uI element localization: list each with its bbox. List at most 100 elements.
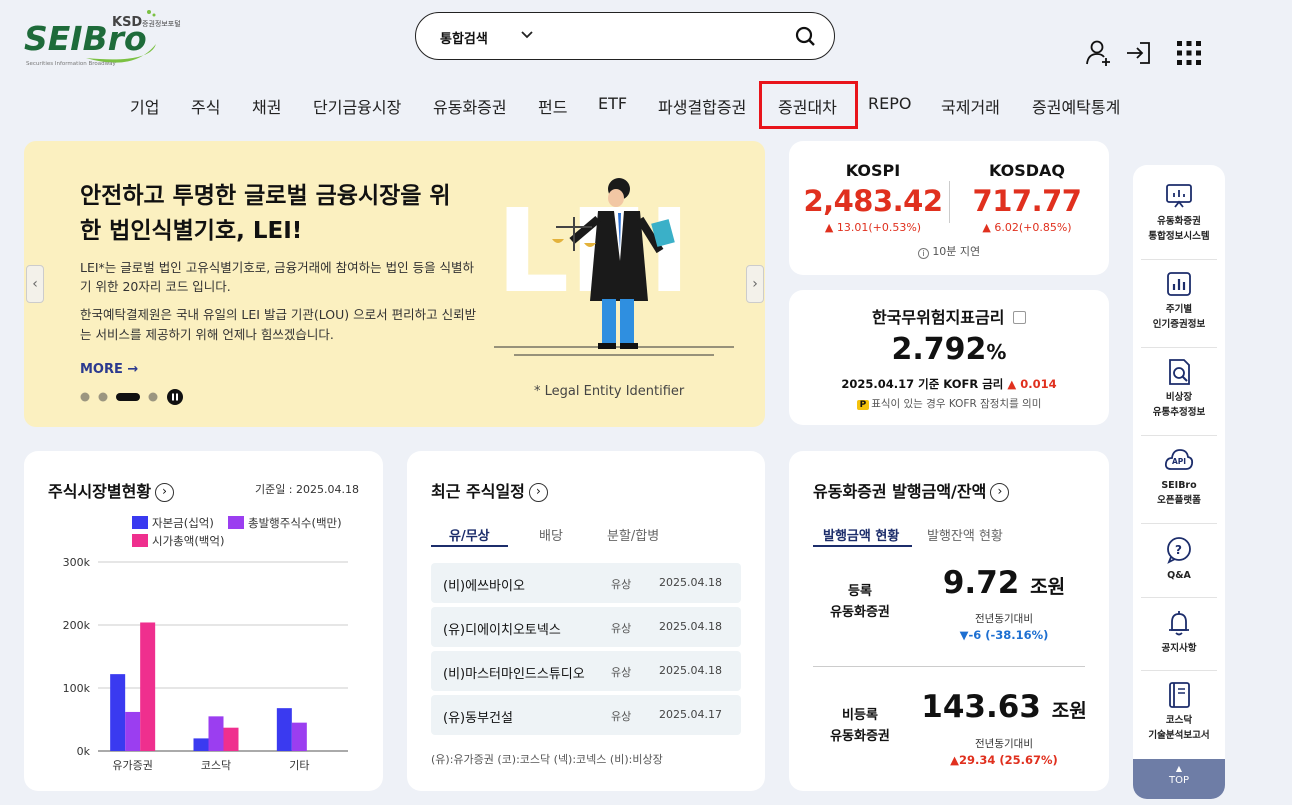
legend-item: 자본금(십억) (132, 515, 214, 531)
search-icon[interactable] (794, 25, 816, 47)
schedule-title[interactable]: 최근 주식일정 › (431, 478, 548, 502)
nav-item-derivative-linked[interactable]: 파생결합증권 (658, 94, 746, 118)
seibro-logo[interactable]: SEIBro KSD 증권정보포털 Securities Information… (24, 6, 199, 70)
login-icon[interactable] (1124, 38, 1154, 68)
nav-item-deposit-stats[interactable]: 증권예탁통계 (1032, 94, 1120, 118)
kosdaq-block[interactable]: KOSDAQ 717.77 ▲ 6.02(+0.85%) (957, 161, 1097, 234)
external-link-icon[interactable] (1013, 311, 1027, 324)
quick-item-unlisted-estimate[interactable]: 비상장 유통추정정보 (1133, 357, 1225, 420)
bar[interactable] (110, 674, 126, 751)
registered-label-1: 등록 (848, 584, 872, 599)
slide-dot[interactable] (80, 392, 90, 402)
tab-dividend[interactable]: 배당 (539, 525, 563, 544)
slide-dot-active[interactable] (116, 393, 140, 401)
arrow-right-circle-icon[interactable]: › (528, 483, 548, 502)
schedule-company: (유)동부건설 (443, 711, 513, 726)
banner-paragraph-1: LEI*는 글로벌 법인 고유식별기호로, 금융거래에 참여하는 법인 등을 식… (80, 260, 475, 294)
bar[interactable] (140, 622, 156, 751)
slide-dot[interactable] (98, 392, 108, 402)
schedule-row[interactable]: (유)동부건설 유상 2025.04.17 (431, 695, 741, 735)
nav-item-stock[interactable]: 주식 (191, 94, 220, 118)
banner-footnote: * Legal Entity Identifier (534, 384, 685, 399)
bar[interactable] (125, 711, 141, 751)
active-tab-underline (431, 545, 508, 547)
market-title[interactable]: 주식시장별현황 › (48, 478, 175, 502)
quick-label-1: 유동화증권 (1157, 216, 1201, 227)
schedule-row[interactable]: (유)디에이치오토넥스 유상 2025.04.18 (431, 607, 741, 647)
search-category-select[interactable]: 통합검색 (440, 28, 488, 47)
abs-issuance-card: 유동화증권 발행금액/잔액 › 발행금액 현황 발행잔액 현황 등록 유동화증권 … (789, 451, 1109, 791)
quick-label-2: 인기증권정보 (1152, 319, 1206, 330)
nav-item-bond[interactable]: 채권 (252, 94, 281, 118)
tab-paid-free[interactable]: 유/무상 (449, 525, 490, 544)
pause-icon (172, 393, 174, 401)
quick-label-1: Q&A (1167, 570, 1191, 581)
nav-highlight-box (759, 81, 858, 129)
banner-title: 안전하고 투명한 글로벌 금융시장을 위한 법인식별기호, LEI! (80, 183, 451, 244)
market-bar-chart: 0k 100k 200k 300k 유가증권 코스닥 기타 (63, 556, 348, 772)
arrow-right-circle-icon[interactable]: › (155, 483, 175, 502)
kofr-title[interactable]: 한국무위험지표금리 (789, 304, 1109, 328)
tab-split-merger[interactable]: 분할/합병 (607, 525, 659, 544)
quick-item-popular-securities[interactable]: 주기별 인기증권정보 (1133, 269, 1225, 332)
quick-label-1: 비상장 (1165, 392, 1193, 403)
quick-label-2: 오픈플랫폼 (1157, 495, 1201, 506)
nav-item-abs[interactable]: 유동화증권 (433, 94, 507, 118)
svg-text:증권정보포털: 증권정보포털 (142, 19, 181, 28)
quick-label-2: 기술분석보고서 (1148, 730, 1210, 741)
legend-label: 총발행주식수(백만) (248, 516, 342, 530)
unregistered-label-2: 유동화증권 (830, 729, 890, 744)
quick-divider (1141, 435, 1217, 436)
tab-issue-balance[interactable]: 발행잔액 현황 (927, 525, 1003, 544)
bell-icon (1169, 611, 1189, 636)
quick-item-kosdaq-report[interactable]: 코스닥 기술분석보고서 (1133, 680, 1225, 743)
kospi-block[interactable]: KOSPI 2,483.42 ▲ 13.01(+0.53%) (803, 161, 943, 234)
kofr-date: 2025.04.17 기준 KOFR 금리 (841, 377, 1004, 391)
nav-item-intl-trade[interactable]: 국제거래 (941, 94, 1000, 118)
slide-dot[interactable] (148, 392, 158, 402)
bar[interactable] (223, 727, 239, 751)
delay-text: 10분 지연 (932, 245, 981, 258)
schedule-row[interactable]: (비)마스터마인드스튜디오 유상 2025.04.18 (431, 651, 741, 691)
unregistered-label-1: 비등록 (842, 708, 878, 723)
quick-item-notice[interactable]: 공지사항 (1133, 608, 1225, 656)
legend-item: 시가총액(백억) (132, 533, 224, 549)
bar[interactable] (276, 708, 292, 751)
chevron-right-icon: › (752, 276, 758, 292)
unregistered-unit: 조원 (1051, 700, 1087, 722)
grid-menu-icon[interactable] (1174, 38, 1204, 68)
scroll-top-button[interactable]: ▲ TOP (1133, 759, 1225, 799)
bar[interactable] (193, 738, 209, 751)
nav-item-company[interactable]: 기업 (130, 94, 159, 118)
pause-button[interactable] (167, 389, 183, 405)
slide-indicator (80, 389, 183, 405)
lei-banner: LEI 안전하고 투명한 글로벌 금융시장을 위한 법인식별기호, LEI! L… (24, 141, 765, 427)
nav-item-repo[interactable]: REPO (868, 94, 911, 113)
user-add-icon[interactable] (1084, 38, 1114, 68)
banner-next-button[interactable]: › (746, 265, 764, 303)
more-link[interactable]: MORE → (80, 362, 138, 377)
tab-issue-amount[interactable]: 발행금액 현황 (823, 525, 899, 544)
arrow-right-circle-icon[interactable]: › (990, 483, 1010, 502)
nav-item-fund[interactable]: 펀드 (538, 94, 567, 118)
quick-menu: 유동화증권 통합정보시스템 주기별 인기증권정보 비상장 유통추정정보 API SEI… (1133, 165, 1225, 799)
nav-item-money-market[interactable]: 단기금융시장 (313, 94, 401, 118)
schedule-type: 유상 (611, 666, 632, 679)
y-tick-label: 300k (63, 556, 91, 569)
quick-divider (1141, 523, 1217, 524)
kofr-change: ▲ 0.014 (1007, 377, 1057, 391)
bar[interactable] (208, 716, 224, 751)
quick-item-open-platform[interactable]: API SEIBro 오픈플랫폼 (1133, 445, 1225, 508)
schedule-row[interactable]: (비)에쓰바이오 유상 2025.04.18 (431, 563, 741, 603)
search-bar[interactable]: 통합검색 (415, 12, 835, 60)
quick-item-qna[interactable]: ? Q&A (1133, 535, 1225, 583)
issuance-title[interactable]: 유동화증권 발행금액/잔액 › (813, 478, 1010, 502)
stock-schedule-card: 최근 주식일정 › 유/무상 배당 분할/합병 (비)에쓰바이오 유상 2025.… (407, 451, 765, 791)
banner-prev-button[interactable]: ‹ (26, 265, 44, 303)
y-tick-label: 100k (63, 682, 91, 695)
api-cloud-icon: API (1164, 449, 1194, 470)
bar[interactable] (291, 722, 307, 751)
nav-item-etf[interactable]: ETF (598, 94, 627, 113)
chevron-down-icon[interactable] (520, 30, 534, 40)
quick-item-abs-system[interactable]: 유동화증권 통합정보시스템 (1133, 181, 1225, 244)
